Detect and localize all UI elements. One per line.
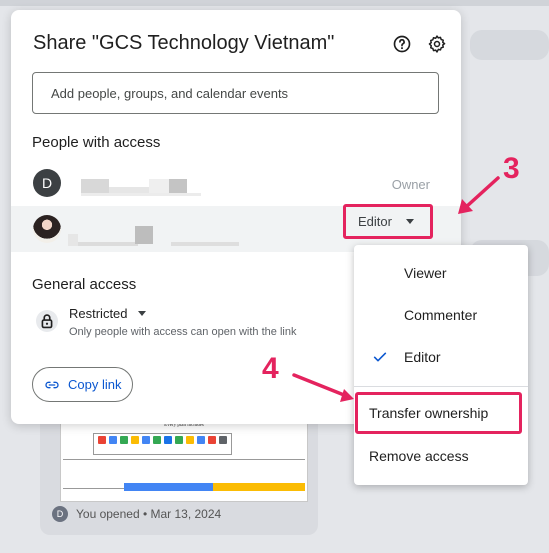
chevron-down-icon [137,311,146,316]
people-with-access-heading: People with access [32,134,161,151]
person-row-owner: D Owner [11,160,461,206]
redacted-email [171,242,239,246]
copy-link-label: Copy link [68,377,122,392]
menu-divider [354,386,528,387]
opened-date: You opened • Mar 13, 2024 [76,507,222,521]
lock-icon-container [36,310,58,332]
menu-item-label: Viewer [404,265,447,281]
chevron-down-icon [405,219,414,224]
thumbnail-app-icons [93,433,232,455]
settings-gear-icon[interactable] [427,34,447,54]
step-3-marker: 3 [503,152,520,185]
general-access-value: Restricted [69,306,128,321]
file-thumbnail: Every plan includes [60,420,308,502]
editor-avatar [33,215,61,243]
help-icon[interactable] [392,34,412,54]
general-access-dropdown[interactable]: Restricted [69,306,146,321]
transfer-ownership-highlight [355,392,522,434]
add-people-input[interactable] [32,72,439,114]
menu-item-label: Editor [404,349,441,365]
role-dropdown-value: Editor [358,214,392,229]
menu-item-editor[interactable]: Editor [354,337,528,377]
menu-item-viewer[interactable]: Viewer [354,253,528,293]
arrow-to-role-dropdown [458,176,500,214]
copy-link-button[interactable]: Copy link [32,367,133,402]
redacted-email [81,193,201,196]
menu-item-commenter[interactable]: Commenter [354,295,528,335]
owner-avatar-small: D [52,506,68,522]
redacted-name [135,226,153,244]
menu-item-label: Remove access [369,448,469,464]
redacted-name [78,242,138,246]
step-4-marker: 4 [262,352,279,385]
thumbnail-plan-bar [63,483,305,491]
file-opened-info: D You opened • Mar 13, 2024 [52,506,221,522]
owner-avatar: D [33,169,61,197]
general-access-heading: General access [32,276,137,293]
dialog-title: Share "GCS Technology Vietnam" [33,32,335,54]
owner-role-label: Owner [391,177,430,192]
background-row [470,30,549,60]
checkmark-icon [373,352,387,362]
menu-item-remove-access[interactable]: Remove access [354,436,528,476]
general-access-description: Only people with access can open with th… [69,326,297,338]
link-icon [45,381,59,388]
background-bar-top [0,0,549,6]
role-menu: Viewer Commenter Editor Transfer ownersh… [354,245,528,485]
lock-icon [41,314,53,329]
menu-item-label: Commenter [404,307,478,323]
role-dropdown-button[interactable]: Editor [343,204,433,239]
redacted-name [68,234,78,246]
